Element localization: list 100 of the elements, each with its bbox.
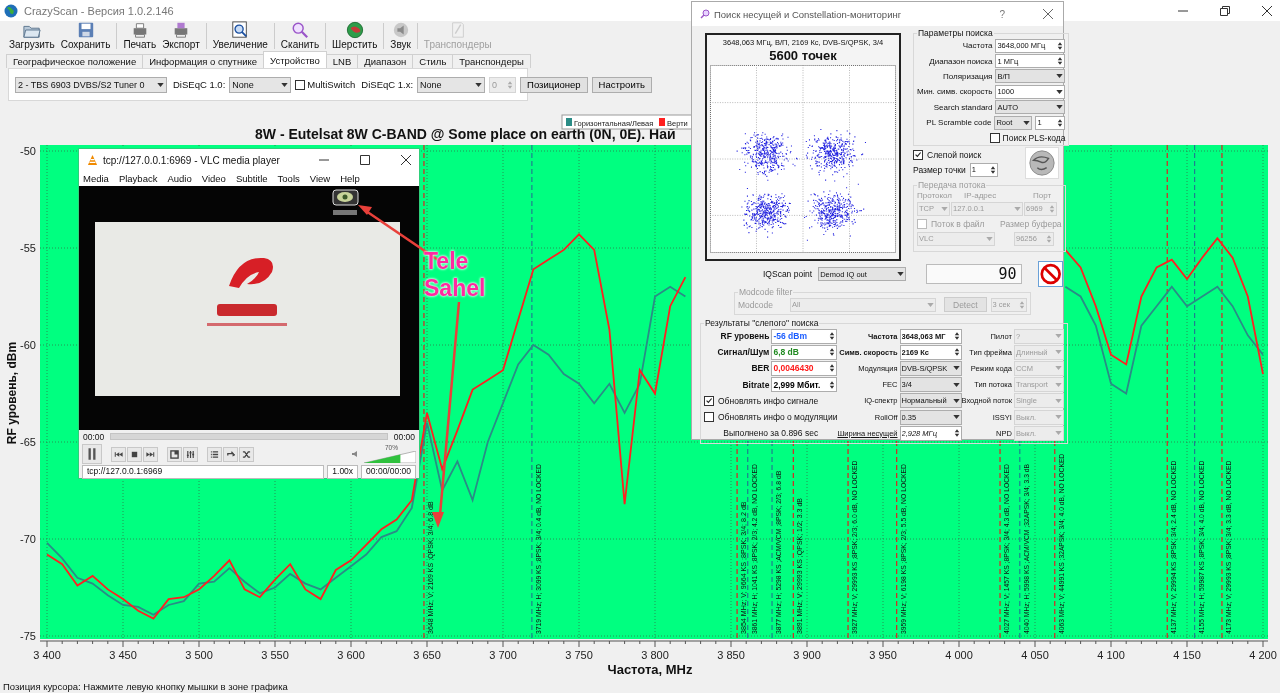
caret-icon	[952, 382, 960, 387]
checkbox-label: Поток в файл	[931, 218, 986, 229]
checkbox[interactable]	[913, 149, 923, 160]
magnifier-icon	[700, 9, 710, 19]
menu-item[interactable]: View	[309, 173, 331, 184]
equalizer-button[interactable]	[183, 446, 198, 462]
checkbox[interactable]	[704, 412, 714, 423]
toolbar-button[interactable]: Увеличение	[209, 21, 271, 50]
globe-icon	[4, 3, 18, 18]
menu-item[interactable]: Help	[340, 173, 360, 184]
image-button[interactable]	[1025, 147, 1059, 179]
diseqc-label: DiSEqC 1.0:	[173, 79, 226, 90]
field-label: Modcode	[738, 299, 774, 310]
toolbar-button[interactable]: Экспорт	[159, 21, 203, 50]
field-label: Мин. симв. скорость	[917, 87, 993, 97]
close-icon[interactable]	[401, 155, 411, 165]
stream-url: tcp://127.0.0.1:6969	[82, 465, 325, 479]
spin-arrows-icon	[953, 347, 960, 358]
loop-button[interactable]	[223, 446, 238, 462]
caret-icon	[952, 398, 960, 403]
caret-icon	[1056, 105, 1064, 110]
menu-item[interactable]: Audio	[167, 173, 192, 184]
field-label: RF уровень	[720, 331, 770, 342]
field-label: Search standard	[933, 102, 993, 112]
checkbox-label: Поиск PLS-кода	[1002, 133, 1066, 144]
toolbar-button[interactable]: Загрузить	[6, 21, 58, 50]
checkbox[interactable]	[704, 395, 714, 406]
tab[interactable]: Диапазон	[357, 54, 414, 68]
menu-item[interactable]: Playback	[118, 173, 158, 184]
spin-field[interactable]: -56 dBm	[771, 328, 838, 344]
spin-arrows-icon	[829, 363, 836, 374]
caret-icon	[941, 206, 948, 211]
panel-button[interactable]: Позиционер	[520, 76, 588, 93]
menu-item[interactable]: Subtitle	[235, 173, 268, 184]
spin-arrows-icon	[829, 379, 836, 390]
maximize-icon[interactable]	[360, 155, 370, 165]
next-icon	[146, 449, 155, 459]
spin-arrows-icon	[989, 164, 996, 175]
checkbox[interactable]	[989, 133, 1000, 144]
dropdown[interactable]: 2 - TBS 6903 DVBS/S2 Tuner 0	[15, 76, 167, 93]
next-button[interactable]	[143, 446, 158, 462]
checkbox-label: Слепой поиск	[927, 149, 982, 160]
spin-arrows-icon	[507, 79, 514, 90]
caret-icon	[281, 82, 289, 87]
menu-item[interactable]: Video	[201, 173, 226, 184]
playlist-button[interactable]	[207, 446, 222, 462]
caret-icon	[475, 82, 483, 87]
previous-button[interactable]	[111, 446, 126, 462]
chart-title: 8W - Eutelsat 8W C-BAND @ Some place on earth (0N, 0E). Най	[255, 126, 676, 142]
stop-button[interactable]	[127, 446, 142, 462]
stop-button[interactable]	[1037, 261, 1063, 287]
field-label: BER	[751, 363, 770, 374]
window-title: Поиск несущей и Constellation-мониторинг	[714, 8, 902, 20]
fullscreen-button[interactable]	[167, 446, 182, 462]
toolbar-button[interactable]: Сохранить	[57, 21, 114, 50]
help-button[interactable]: ?	[999, 8, 1005, 20]
toolbar-button[interactable]: Шерстить	[329, 21, 381, 50]
caret-icon	[952, 415, 960, 420]
spin-field[interactable]: 0,0046430	[771, 360, 838, 376]
toolbar-button[interactable]: Звук	[387, 21, 414, 50]
caret-icon	[1054, 398, 1062, 403]
spin-field[interactable]: 6,8 dB	[771, 344, 838, 360]
restore-icon[interactable]	[1220, 5, 1230, 16]
group-title: Результаты "слепого" поиска	[704, 318, 820, 328]
menu-item[interactable]: Media	[83, 173, 109, 184]
menu-item[interactable]: Tools	[277, 173, 300, 184]
dropdown[interactable]: None	[229, 76, 292, 93]
axis-tick-label: 3 950	[869, 649, 897, 661]
caret-icon	[1054, 334, 1062, 339]
axis-tick-label: 3 850	[717, 649, 745, 661]
field-label: Размер точки	[913, 164, 966, 175]
time-display: 00:00/00:00	[361, 465, 416, 479]
spin-arrows-icon	[953, 428, 960, 439]
caret-icon	[1014, 206, 1021, 211]
loop-icon	[226, 449, 235, 459]
tab[interactable]: Географическое положение	[6, 54, 144, 68]
spin-arrows-icon	[1018, 299, 1025, 310]
field-label: IQScan point	[763, 269, 813, 279]
axis-tick-label: 3 800	[641, 649, 669, 661]
checkbox[interactable]	[295, 79, 306, 90]
tab[interactable]: Стиль	[412, 54, 454, 68]
axis-tick-label: -70	[20, 533, 36, 545]
playback-speed[interactable]: 1.00x	[327, 465, 359, 479]
dropdown[interactable]: None	[417, 76, 486, 93]
tab[interactable]: Транспондеры	[452, 54, 531, 68]
caret-icon	[1056, 74, 1064, 79]
close-icon[interactable]	[1043, 9, 1053, 19]
pause-button[interactable]	[82, 444, 102, 464]
toolbar-button[interactable]: Сканить	[277, 21, 323, 50]
tab[interactable]: Устройство	[263, 51, 327, 68]
spin-field[interactable]: 2,999 Мбит.	[771, 377, 838, 393]
points-count: 5600 точек	[769, 48, 837, 63]
panel-button[interactable]: Настроить	[591, 76, 652, 93]
tab[interactable]: Информация о спутнике	[142, 54, 265, 68]
group-title: Параметры поиска	[917, 28, 994, 38]
caret-icon	[1054, 350, 1062, 355]
shuffle-button[interactable]	[239, 446, 254, 462]
close-icon[interactable]	[1262, 5, 1272, 16]
toolbar-button[interactable]: Печать	[120, 21, 160, 50]
elapsed-time: 00:00	[83, 431, 105, 442]
